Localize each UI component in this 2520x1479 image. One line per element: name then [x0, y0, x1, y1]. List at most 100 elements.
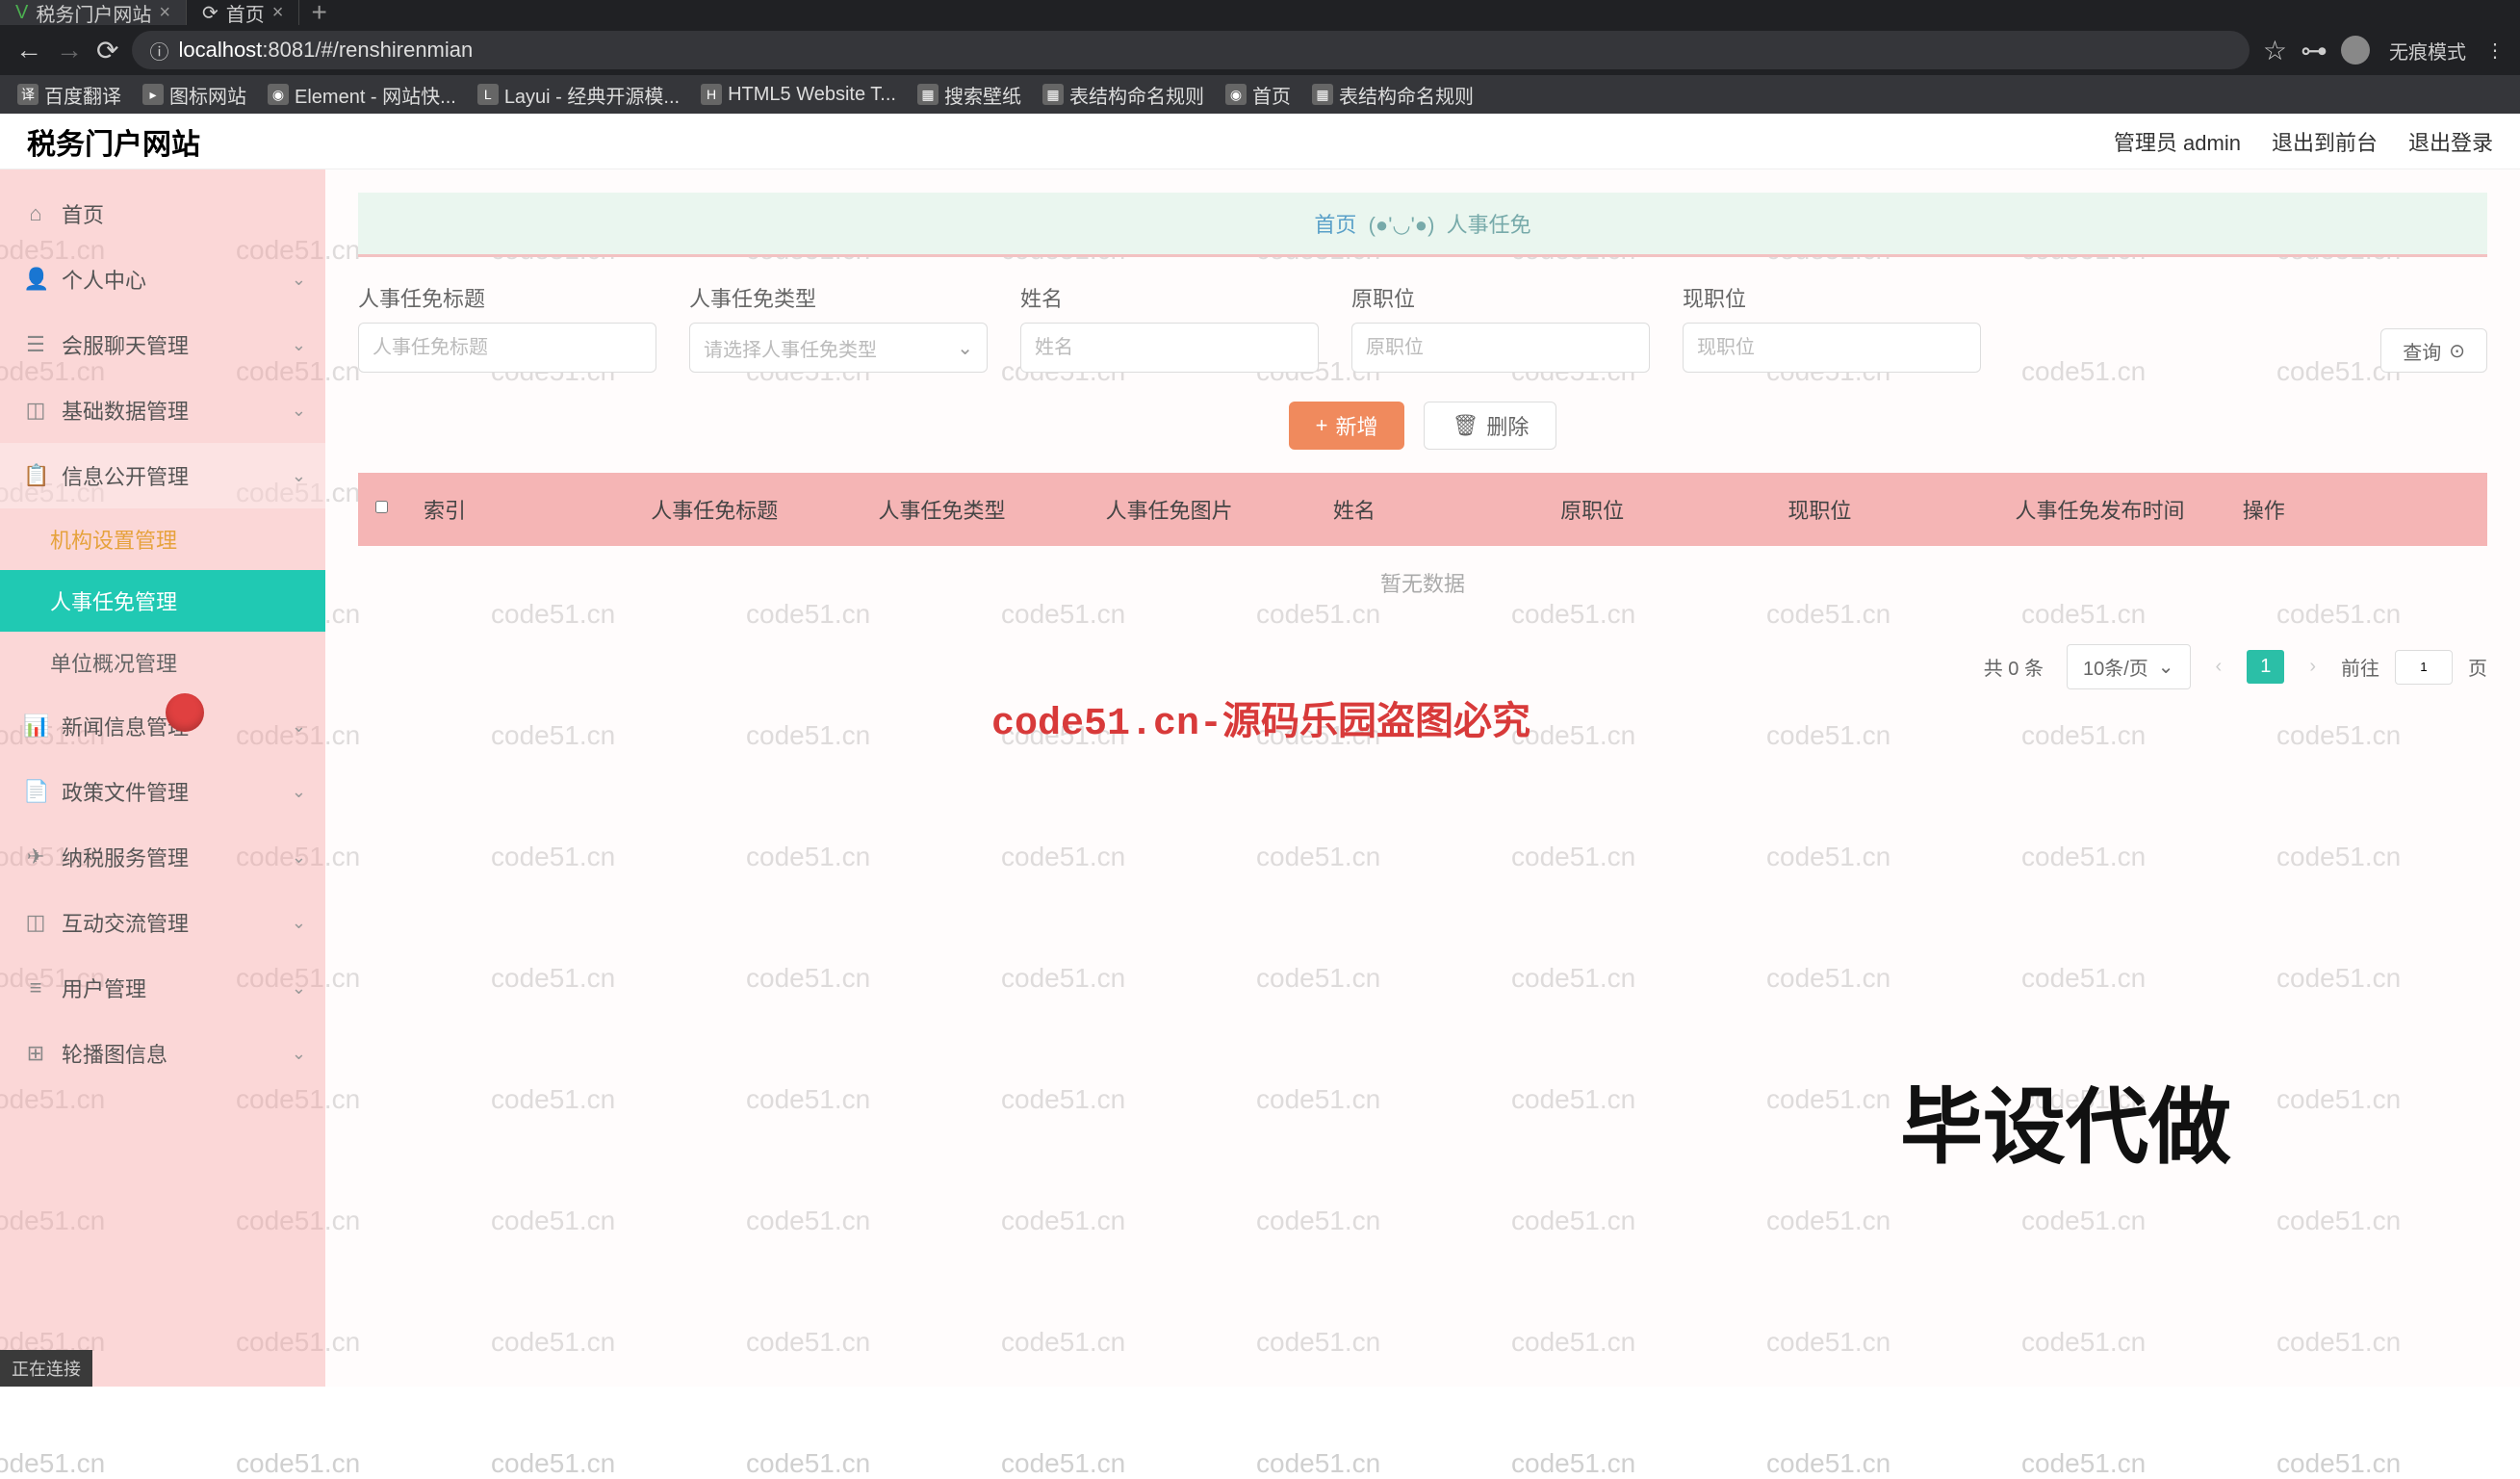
bookmark-item[interactable]: ▸图标网站 [142, 81, 246, 109]
menu-icon[interactable]: ⋮ [2485, 39, 2505, 63]
chevron-down-icon: ⌄ [292, 270, 306, 290]
incognito-icon[interactable] [2341, 36, 2370, 65]
delete-button[interactable]: 🗑 删除 [1424, 402, 1556, 450]
bookmark-item[interactable]: ▦ 表结构命名规则 [1312, 81, 1474, 109]
key-icon[interactable]: ⊶ [2301, 35, 2327, 66]
table-header-cell[interactable]: 人事任免标题 [651, 494, 878, 525]
sidebar-item[interactable]: 📄政策文件管理⌄ [0, 759, 325, 824]
app-layout: ⌂首页👤个人中心⌄☰会服聊天管理⌄◫基础数据管理⌄📋信息公开管理⌄机构设置管理人… [0, 169, 2520, 1387]
table-header-cell[interactable]: 人事任免图片 [1106, 494, 1333, 525]
menu-label: 政策文件管理 [62, 776, 189, 807]
table-header-cell[interactable]: 原职位 [1560, 494, 1787, 525]
filter-select[interactable]: 请选择人事任免类型⌄ [689, 323, 988, 373]
table-header-cell[interactable]: 人事任免类型 [878, 494, 1105, 525]
filter-input[interactable] [1683, 323, 1981, 373]
menu-icon: 📋 [23, 463, 48, 488]
sidebar-subitem[interactable]: 单位概况管理 [0, 632, 325, 693]
menu-label: 纳税服务管理 [62, 842, 189, 872]
close-icon[interactable]: × [272, 2, 284, 24]
breadcrumb: 首页 (●'◡'●) 人事任免 [358, 193, 2487, 257]
sidebar-item[interactable]: ✈纳税服务管理⌄ [0, 824, 325, 890]
search-button[interactable]: 查询⊙ [2380, 328, 2487, 373]
table-header-cell[interactable]: 操作 [2243, 494, 2470, 525]
menu-label: 互动交流管理 [62, 907, 189, 938]
table-header-cell[interactable]: 索引 [424, 494, 651, 525]
menu-icon: 📄 [23, 779, 48, 804]
filter-input[interactable] [1020, 323, 1319, 373]
filter-label: 人事任免标题 [358, 282, 656, 313]
main-content: 首页 (●'◡'●) 人事任免 人事任免标题人事任免类型请选择人事任免类型⌄姓名… [325, 169, 2520, 1387]
data-table: 索引人事任免标题人事任免类型人事任免图片姓名原职位现职位人事任免发布时间操作 暂… [358, 473, 2487, 619]
new-tab-button[interactable]: + [299, 0, 338, 28]
jump-input[interactable] [2395, 650, 2453, 685]
sidebar-item[interactable]: ☰会服聊天管理⌄ [0, 312, 325, 377]
menu-icon: ✈ [23, 844, 48, 869]
browser-tab[interactable]: ⟳ 首页 × [187, 0, 299, 25]
prev-page-button[interactable]: ‹ [2206, 650, 2232, 684]
pagination: 共 0 条 10条/页 ⌄ ‹ 1 › 前往 页 [358, 644, 2487, 689]
checkbox-all[interactable] [375, 494, 424, 525]
sidebar-item[interactable]: ⊞轮播图信息⌄ [0, 1021, 325, 1086]
bookmark-item[interactable]: ▦表结构命名规则 [1042, 81, 1204, 109]
back-button[interactable]: ← [15, 35, 42, 65]
chevron-down-icon: ⌄ [292, 716, 306, 737]
site-info-icon[interactable]: ⓘ [149, 37, 168, 65]
sidebar-item[interactable]: 📊新闻信息管理⌄ [0, 693, 325, 759]
menu-icon: 📊 [23, 714, 48, 739]
menu-label: 会服聊天管理 [62, 329, 189, 360]
page-size-select[interactable]: 10条/页 ⌄ [2067, 644, 2191, 689]
add-label: 新增 [1335, 410, 1377, 441]
close-icon[interactable]: × [159, 2, 170, 24]
table-header-cell[interactable]: 姓名 [1333, 494, 1560, 525]
incognito-label: 无痕模式 [2389, 37, 2466, 65]
bookmark-label: 首页 [1252, 81, 1291, 109]
search-label: 查询 [2403, 337, 2441, 365]
sidebar-item[interactable]: ≡用户管理⌄ [0, 955, 325, 1021]
sidebar-item[interactable]: 👤个人中心⌄ [0, 246, 325, 312]
sidebar-subitem[interactable]: 人事任免管理 [0, 570, 325, 632]
filter-label: 现职位 [1683, 282, 1981, 313]
bookmark-item[interactable]: ◉Element - 网站快... [268, 81, 456, 109]
url-input[interactable]: ⓘ localhost:8081/#/renshirenmian [132, 31, 2249, 69]
next-page-button[interactable]: › [2300, 650, 2326, 684]
sidebar-subitem[interactable]: 机构设置管理 [0, 508, 325, 570]
table-header-cell[interactable]: 人事任免发布时间 [2016, 494, 2243, 525]
bookmark-icon: ▦ [1312, 84, 1333, 105]
address-bar: ← → ⟳ ⓘ localhost:8081/#/renshirenmian ☆… [0, 25, 2520, 75]
action-row: + 新增 🗑 删除 [358, 402, 2487, 450]
bookmark-icon: H [701, 84, 722, 105]
menu-label: 用户管理 [62, 973, 146, 1003]
sidebar-item[interactable]: ◫基础数据管理⌄ [0, 377, 325, 443]
chevron-down-icon: ⌄ [957, 336, 973, 360]
sidebar-item[interactable]: ⌂首页 [0, 181, 325, 246]
chevron-down-icon: ⌄ [292, 978, 306, 999]
logout-button[interactable]: 退出登录 [2408, 126, 2493, 157]
admin-label[interactable]: 管理员 admin [2114, 126, 2241, 157]
sidebar-item[interactable]: 📋信息公开管理⌄ [0, 443, 325, 508]
bookmark-icon: ▦ [917, 84, 939, 105]
menu-icon: ◫ [23, 398, 48, 423]
bookmark-item[interactable]: HHTML5 Website T... [701, 84, 896, 106]
add-button[interactable]: + 新增 [1289, 402, 1405, 450]
bookmark-item[interactable]: ◉首页 [1225, 81, 1291, 109]
bookmark-item[interactable]: 译百度翻译 [17, 81, 121, 109]
filter-row: 人事任免标题人事任免类型请选择人事任免类型⌄姓名原职位现职位查询⊙ [358, 282, 2487, 373]
bookmark-label: 表结构命名规则 [1339, 81, 1474, 109]
bookmark-label: 百度翻译 [44, 81, 121, 109]
bookmark-item[interactable]: LLayui - 经典开源模... [477, 81, 680, 109]
exit-front-button[interactable]: 退出到前台 [2272, 126, 2378, 157]
star-icon[interactable]: ☆ [2263, 35, 2287, 66]
page-number[interactable]: 1 [2247, 650, 2284, 684]
forward-button[interactable]: → [56, 35, 83, 65]
filter-input[interactable] [1351, 323, 1650, 373]
bookmark-item[interactable]: ▦搜索壁纸 [917, 81, 1021, 109]
breadcrumb-home[interactable]: 首页 [1314, 213, 1356, 237]
menu-label: 首页 [62, 198, 104, 229]
browser-tab[interactable]: V 税务门户网站 × [0, 0, 187, 25]
sidebar-item[interactable]: ◫互动交流管理⌄ [0, 890, 325, 955]
table-header-cell[interactable]: 现职位 [1787, 494, 2015, 525]
reload-button[interactable]: ⟳ [96, 35, 118, 66]
filter-input[interactable] [358, 323, 656, 373]
bookmark-icon: ◉ [268, 84, 289, 105]
bookmark-icon: ▦ [1042, 84, 1064, 105]
